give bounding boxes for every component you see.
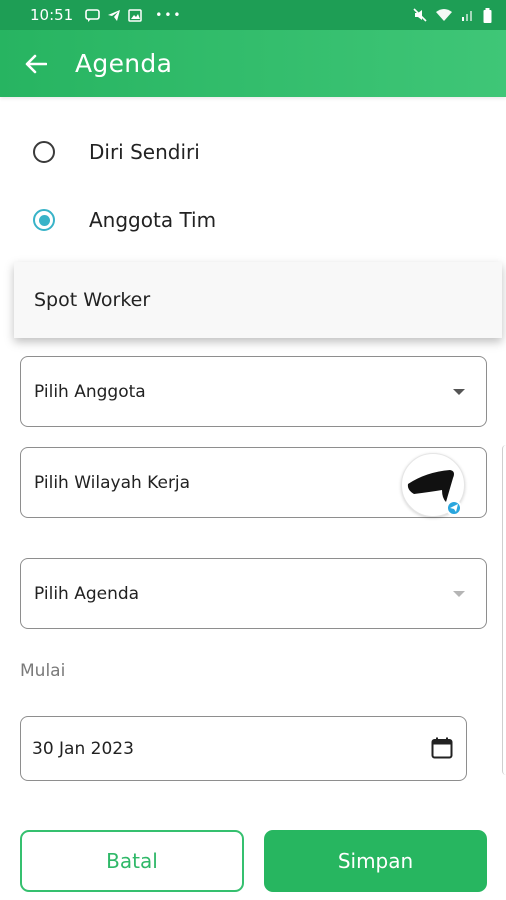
wifi-icon	[436, 9, 452, 21]
agenda-select[interactable]: Pilih Agenda	[20, 558, 487, 629]
radio-button-selected[interactable]	[33, 209, 55, 231]
telegram-icon	[108, 9, 121, 21]
status-bar: 10:51 •••	[0, 0, 506, 30]
radio-option-team-member[interactable]: Anggota Tim	[33, 200, 216, 240]
start-date-field[interactable]: 30 Jan 2023	[20, 716, 467, 781]
signal-icon	[462, 11, 472, 21]
page-title: Agenda	[75, 49, 173, 78]
more-dots-icon: •••	[155, 8, 183, 22]
battery-icon	[483, 7, 492, 23]
dropdown-menu: Spot Worker	[14, 262, 502, 338]
arrow-left-icon	[25, 54, 47, 73]
start-label: Mulai	[20, 661, 66, 681]
dropdown-item-spot-worker[interactable]: Spot Worker	[34, 289, 150, 311]
gallery-icon	[128, 8, 142, 22]
dropdown-caret-icon	[453, 388, 465, 395]
member-select[interactable]: Pilih Anggota	[20, 356, 487, 427]
radio-button[interactable]	[33, 141, 55, 163]
dropdown-caret-icon	[453, 590, 465, 597]
work-region-select-label: Pilih Wilayah Kerja	[34, 472, 191, 493]
app-bar: Agenda	[0, 30, 506, 97]
mute-icon	[413, 8, 427, 22]
status-time: 10:51	[30, 6, 74, 24]
cancel-button[interactable]: Batal	[20, 830, 244, 892]
start-date-value: 30 Jan 2023	[32, 738, 134, 759]
radio-label: Anggota Tim	[89, 208, 217, 232]
edge-panel-handle[interactable]	[502, 445, 506, 775]
member-select-label: Pilih Anggota	[34, 381, 146, 402]
save-button[interactable]: Simpan	[264, 830, 487, 892]
agenda-select-label: Pilih Agenda	[34, 583, 140, 604]
back-button[interactable]	[24, 52, 48, 76]
message-icon	[85, 8, 101, 22]
telegram-badge-icon	[446, 500, 462, 516]
radio-option-self[interactable]: Diri Sendiri	[33, 132, 200, 172]
radio-label: Diri Sendiri	[89, 140, 200, 164]
calendar-icon[interactable]	[430, 736, 454, 760]
